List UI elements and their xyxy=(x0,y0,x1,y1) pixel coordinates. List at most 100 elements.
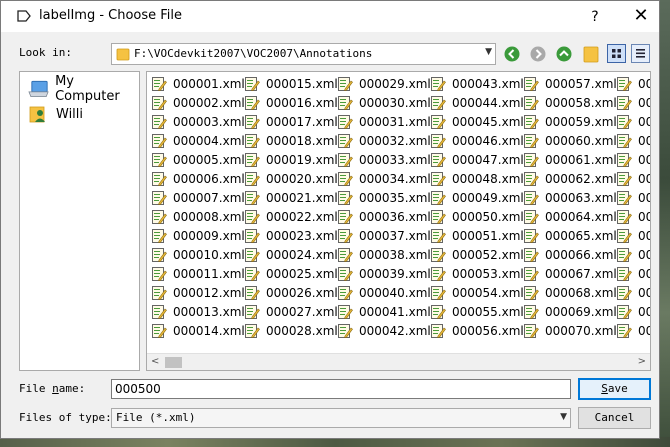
file-item[interactable]: 000008.xml xyxy=(151,207,245,226)
file-item[interactable]: 00 xyxy=(616,188,650,207)
file-item[interactable]: 000009.xml xyxy=(151,226,245,245)
file-item[interactable]: 000056.xml xyxy=(430,321,524,340)
file-item[interactable]: 000064.xml xyxy=(523,207,617,226)
file-item[interactable]: 000032.xml xyxy=(337,131,431,150)
file-item[interactable]: 00 xyxy=(616,283,650,302)
file-item[interactable]: 000069.xml xyxy=(523,302,617,321)
chevron-down-icon[interactable]: ▼ xyxy=(485,47,492,57)
file-item[interactable]: 000010.xml xyxy=(151,245,245,264)
file-type-select[interactable]: File (*.xml) ▼ xyxy=(111,408,571,428)
file-item[interactable]: 000005.xml xyxy=(151,150,245,169)
file-item[interactable]: 000013.xml xyxy=(151,302,245,321)
file-item[interactable]: 000067.xml xyxy=(523,264,617,283)
file-item[interactable]: 000018.xml xyxy=(244,131,338,150)
file-item[interactable]: 000021.xml xyxy=(244,188,338,207)
file-item[interactable]: 000003.xml xyxy=(151,112,245,131)
file-item[interactable]: 000059.xml xyxy=(523,112,617,131)
forward-icon[interactable] xyxy=(528,44,548,64)
file-item[interactable]: 000041.xml xyxy=(337,302,431,321)
file-item[interactable]: 000044.xml xyxy=(430,93,524,112)
file-item[interactable]: 000026.xml xyxy=(244,283,338,302)
file-item[interactable]: 000001.xml xyxy=(151,74,245,93)
file-name-input[interactable] xyxy=(111,379,571,399)
file-item[interactable]: 00 xyxy=(616,131,650,150)
file-item[interactable]: 00 xyxy=(616,245,650,264)
file-item[interactable]: 000030.xml xyxy=(337,93,431,112)
save-button[interactable]: Save xyxy=(578,378,651,400)
cancel-button[interactable]: Cancel xyxy=(578,407,651,429)
file-item[interactable]: 000068.xml xyxy=(523,283,617,302)
file-item[interactable]: 000019.xml xyxy=(244,150,338,169)
file-item[interactable]: 000031.xml xyxy=(337,112,431,131)
file-item[interactable]: 00 xyxy=(616,226,650,245)
file-item[interactable]: 000057.xml xyxy=(523,74,617,93)
file-item[interactable]: 000006.xml xyxy=(151,169,245,188)
sidebar-item-willi[interactable]: Willi xyxy=(28,102,83,126)
file-item[interactable]: 000029.xml xyxy=(337,74,431,93)
file-item[interactable]: 000027.xml xyxy=(244,302,338,321)
up-icon[interactable] xyxy=(554,44,574,64)
chevron-down-icon[interactable]: ▼ xyxy=(560,412,567,422)
close-button[interactable]: ✕ xyxy=(627,5,655,29)
new-folder-icon[interactable] xyxy=(581,44,601,64)
file-item[interactable]: 000070.xml xyxy=(523,321,617,340)
file-item[interactable]: 000035.xml xyxy=(337,188,431,207)
file-item[interactable]: 000053.xml xyxy=(430,264,524,283)
file-item[interactable]: 000047.xml xyxy=(430,150,524,169)
file-item[interactable]: 000024.xml xyxy=(244,245,338,264)
file-item[interactable]: 000042.xml xyxy=(337,321,431,340)
detail-view-icon[interactable] xyxy=(631,44,650,63)
file-list[interactable]: 000001.xml 000002.xml 000003.xml 000004.xml… xyxy=(146,71,651,371)
file-item[interactable]: 000028.xml xyxy=(244,321,338,340)
file-item[interactable]: 000036.xml xyxy=(337,207,431,226)
file-item[interactable]: 00 xyxy=(616,93,650,112)
scroll-left-icon[interactable]: < xyxy=(151,356,159,367)
title-bar[interactable]: labelImg - Choose File ? ✕ xyxy=(1,1,659,32)
file-item[interactable]: 000004.xml xyxy=(151,131,245,150)
file-item[interactable]: 000039.xml xyxy=(337,264,431,283)
file-item[interactable]: 000045.xml xyxy=(430,112,524,131)
file-item[interactable]: 000061.xml xyxy=(523,150,617,169)
list-view-icon[interactable] xyxy=(607,44,626,63)
file-item[interactable]: 000054.xml xyxy=(430,283,524,302)
file-item[interactable]: 000038.xml xyxy=(337,245,431,264)
file-item[interactable]: 000012.xml xyxy=(151,283,245,302)
file-item[interactable]: 000022.xml xyxy=(244,207,338,226)
file-item[interactable]: 000034.xml xyxy=(337,169,431,188)
file-item[interactable]: 000002.xml xyxy=(151,93,245,112)
file-item[interactable]: 00 xyxy=(616,112,650,131)
file-item[interactable]: 000063.xml xyxy=(523,188,617,207)
help-button[interactable]: ? xyxy=(581,5,609,29)
file-item[interactable]: 00 xyxy=(616,321,650,340)
file-item[interactable]: 00 xyxy=(616,74,650,93)
file-item[interactable]: 000014.xml xyxy=(151,321,245,340)
file-item[interactable]: 000025.xml xyxy=(244,264,338,283)
file-item[interactable]: 000040.xml xyxy=(337,283,431,302)
file-item[interactable]: 000016.xml xyxy=(244,93,338,112)
file-item[interactable]: 000020.xml xyxy=(244,169,338,188)
sidebar-item-my-computer[interactable]: My Computer xyxy=(28,74,139,104)
file-item[interactable]: 00 xyxy=(616,302,650,321)
file-item[interactable]: 000049.xml xyxy=(430,188,524,207)
horizontal-scrollbar[interactable]: < > xyxy=(147,353,650,370)
file-item[interactable]: 000043.xml xyxy=(430,74,524,93)
file-item[interactable]: 000051.xml xyxy=(430,226,524,245)
file-item[interactable]: 000037.xml xyxy=(337,226,431,245)
file-item[interactable]: 00 xyxy=(616,264,650,283)
file-item[interactable]: 000015.xml xyxy=(244,74,338,93)
file-item[interactable]: 000062.xml xyxy=(523,169,617,188)
file-item[interactable]: 000046.xml xyxy=(430,131,524,150)
scrollbar-thumb[interactable] xyxy=(165,357,182,368)
file-item[interactable]: 00 xyxy=(616,150,650,169)
file-item[interactable]: 000011.xml xyxy=(151,264,245,283)
file-item[interactable]: 000050.xml xyxy=(430,207,524,226)
file-item[interactable]: 000033.xml xyxy=(337,150,431,169)
file-item[interactable]: 000007.xml xyxy=(151,188,245,207)
file-item[interactable]: 000055.xml xyxy=(430,302,524,321)
look-in-combo[interactable]: F:\VOCdevkit2007\VOC2007\Annotations ▼ xyxy=(111,43,496,65)
file-item[interactable]: 00 xyxy=(616,169,650,188)
file-item[interactable]: 000023.xml xyxy=(244,226,338,245)
back-icon[interactable] xyxy=(502,44,522,64)
file-item[interactable]: 000066.xml xyxy=(523,245,617,264)
file-item[interactable]: 000052.xml xyxy=(430,245,524,264)
